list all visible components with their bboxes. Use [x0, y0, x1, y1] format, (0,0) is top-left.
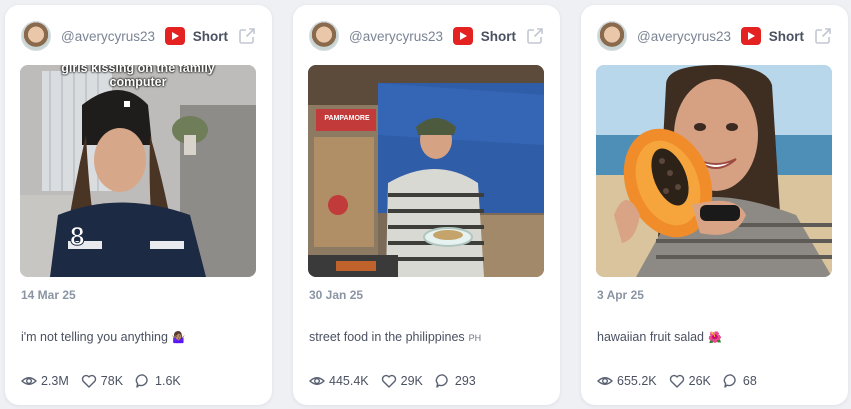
post-type-label: Short — [192, 28, 228, 44]
stall-sign: PAMPAMORE — [324, 115, 370, 122]
caption-text: street food in the philippines — [309, 330, 465, 344]
likes-count: 29K — [400, 374, 423, 388]
likes-count: 78K — [100, 374, 124, 388]
youtube-icon — [164, 27, 185, 45]
post-card[interactable]: @averycyrus23 Short PAMPAMORE 30 Jan 25 … — [293, 5, 560, 405]
video-thumbnail[interactable]: 8 girls kissing on the family computer — [20, 65, 256, 277]
post-stats: 2.3M 78K 1.6K — [21, 373, 193, 389]
post-caption: street food in the philippines PH — [309, 330, 544, 344]
youtube-icon — [452, 27, 473, 45]
post-card[interactable]: @averycyrus23 Short — [5, 5, 272, 405]
views-stat: 445.4K — [309, 373, 369, 389]
heart-icon — [669, 374, 684, 388]
post-date: 3 Apr 25 — [597, 288, 644, 302]
eye-icon — [597, 377, 613, 385]
video-thumbnail[interactable] — [596, 65, 832, 277]
external-link-icon[interactable] — [526, 27, 544, 45]
caption-emoji: 🌺 — [708, 332, 722, 344]
comment-icon — [135, 374, 148, 388]
comments-stat: 68 — [723, 373, 757, 389]
caption-text: i'm not telling you anything — [21, 330, 168, 344]
overlay-text: girls kissing on the family computer — [61, 65, 215, 89]
comments-count: 68 — [742, 374, 757, 388]
post-card[interactable]: @averycyrus23 Short — [581, 5, 848, 405]
svg-text:8: 8 — [70, 221, 84, 251]
views-count: 445.4K — [329, 374, 369, 388]
creator-handle[interactable]: @averycyrus23 — [349, 29, 443, 44]
likes-count: 26K — [688, 374, 711, 388]
avatar[interactable] — [309, 21, 339, 51]
eye-icon — [309, 377, 325, 385]
post-type-label: Short — [768, 28, 804, 44]
external-link-icon[interactable] — [238, 27, 256, 45]
creator-handle[interactable]: @averycyrus23 — [637, 29, 731, 44]
video-thumbnail[interactable]: PAMPAMORE — [308, 65, 544, 277]
heart-icon — [381, 374, 396, 388]
post-date: 30 Jan 25 — [309, 288, 364, 302]
caption-text: hawaiian fruit salad — [597, 330, 705, 344]
heart-icon — [81, 374, 96, 388]
youtube-icon — [740, 27, 761, 45]
creator-handle[interactable]: @averycyrus23 — [61, 29, 155, 44]
post-date: 14 Mar 25 — [21, 288, 76, 302]
post-caption: hawaiian fruit salad 🌺 — [597, 330, 832, 344]
avatar[interactable] — [597, 21, 627, 51]
comments-count: 1.6K — [155, 374, 181, 388]
likes-stat: 26K — [669, 373, 711, 389]
comment-icon — [435, 374, 448, 388]
comments-count: 293 — [454, 374, 476, 388]
caption-emoji: 🤷🏽‍♀️ — [171, 332, 186, 344]
post-type-label: Short — [480, 28, 516, 44]
views-count: 2.3M — [41, 374, 69, 388]
comments-stat: 293 — [435, 373, 476, 389]
post-stats: 445.4K 29K 293 — [309, 373, 488, 389]
views-count: 655.2K — [617, 374, 657, 388]
caption-emoji: PH — [468, 333, 482, 343]
post-header: @averycyrus23 Short — [21, 21, 256, 51]
post-header: @averycyrus23 Short — [309, 21, 544, 51]
avatar[interactable] — [21, 21, 51, 51]
post-caption: i'm not telling you anything 🤷🏽‍♀️ — [21, 330, 256, 344]
external-link-icon[interactable] — [814, 27, 832, 45]
comments-stat: 1.6K — [135, 373, 181, 389]
likes-stat: 78K — [81, 373, 123, 389]
likes-stat: 29K — [381, 373, 423, 389]
views-stat: 655.2K — [597, 373, 657, 389]
views-stat: 2.3M — [21, 373, 69, 389]
post-stats: 655.2K 26K 68 — [597, 373, 769, 389]
post-header: @averycyrus23 Short — [597, 21, 832, 51]
comment-icon — [723, 374, 736, 388]
eye-icon — [21, 377, 37, 385]
